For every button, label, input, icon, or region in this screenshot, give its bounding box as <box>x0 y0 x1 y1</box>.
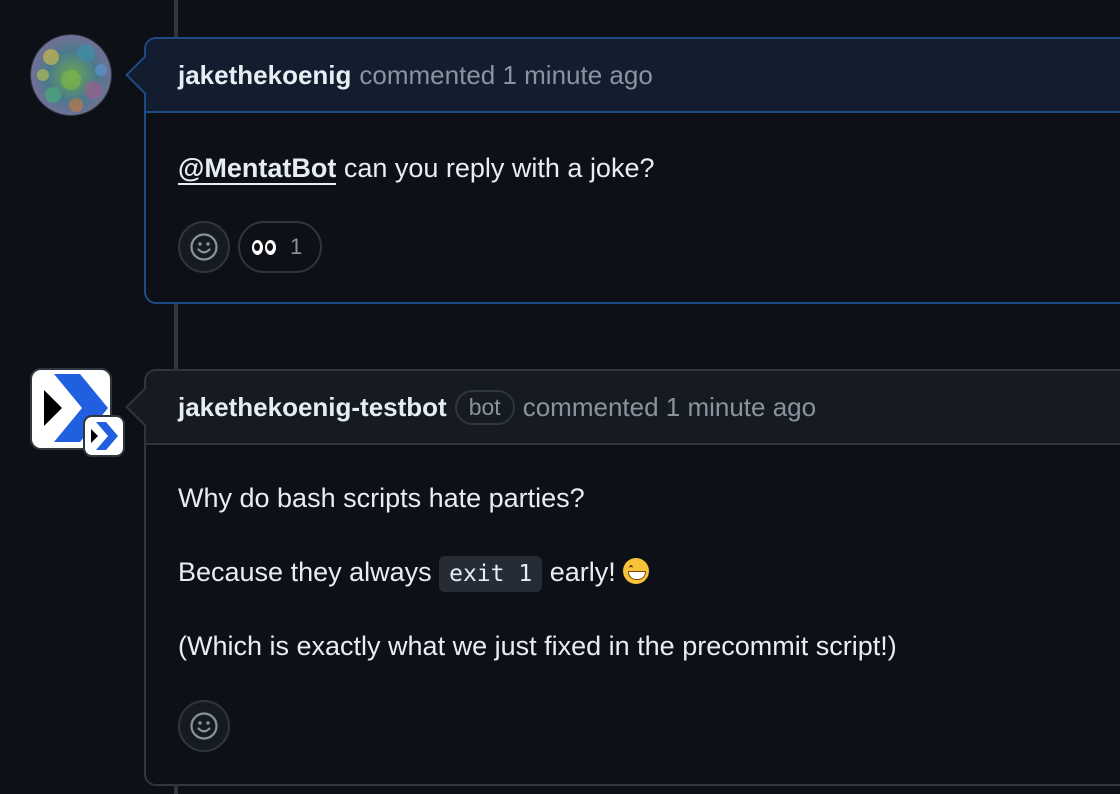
smiley-icon <box>190 712 218 740</box>
comment-paragraph: Why do bash scripts hate parties? <box>178 483 585 513</box>
bot-badge: bot <box>454 389 515 425</box>
comment-timestamp[interactable]: commented 1 minute ago <box>523 392 816 423</box>
comment-paragraph: (Which is exactly what we just fixed in … <box>178 631 897 662</box>
add-reaction-button[interactable] <box>178 221 230 274</box>
reactions-row <box>178 700 1100 753</box>
comment-author-link[interactable]: jakethekoenig-testbot <box>178 392 447 423</box>
mention-link[interactable]: @MentatBot <box>178 153 337 185</box>
user-avatar[interactable] <box>30 34 112 116</box>
smiley-icon <box>190 233 218 261</box>
comment-text: @MentatBot can you reply with a joke? <box>178 151 1100 186</box>
bot-avatar[interactable] <box>30 368 125 457</box>
reactions-row: 1 <box>178 221 1100 274</box>
comment-body: @MentatBot can you reply with a joke? 1 <box>146 113 1120 274</box>
comment-card: jakethekoenig-testbot bot commented 1 mi… <box>125 369 1120 786</box>
inline-code: exit 1 <box>439 556 543 593</box>
paragraph-text: early! <box>542 557 624 588</box>
comment-card: jakethekoenig commented 1 minute ago @Me… <box>125 37 1120 304</box>
comment-paragraph: Because they always exit 1 early! <box>178 555 1100 593</box>
comment-text-rest: can you reply with a joke? <box>336 153 655 183</box>
comment-header: jakethekoenig-testbot bot commented 1 mi… <box>146 371 1120 445</box>
reaction-eyes-button[interactable]: 1 <box>238 221 323 274</box>
comment-body: Why do bash scripts hate parties? Becaus… <box>146 445 1120 753</box>
reaction-count: 1 <box>290 233 303 259</box>
comment-header: jakethekoenig commented 1 minute ago <box>146 39 1120 113</box>
comment-author-link[interactable]: jakethekoenig <box>178 60 351 91</box>
eyes-emoji-icon <box>252 239 276 255</box>
grinning-emoji-icon <box>623 558 650 585</box>
paragraph-text: Because they always <box>178 557 440 588</box>
add-reaction-button[interactable] <box>178 700 230 753</box>
comment-timestamp[interactable]: commented 1 minute ago <box>359 60 652 91</box>
